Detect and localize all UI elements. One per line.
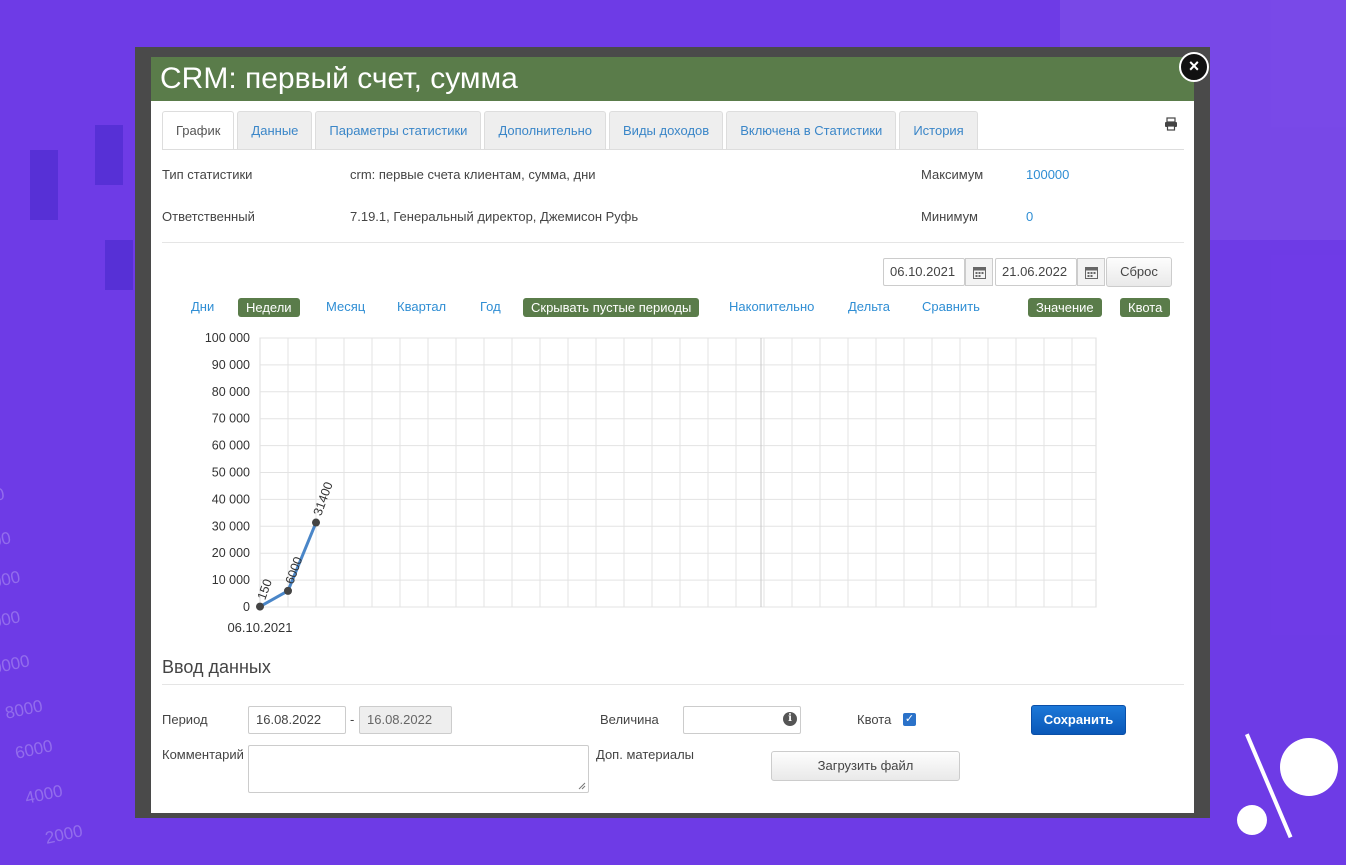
reset-button[interactable]: Сброс <box>1106 257 1172 287</box>
save-button[interactable]: Сохранить <box>1031 705 1126 735</box>
data-point <box>284 586 292 595</box>
stat-type-value: crm: первые счета клиентам, сумма, дни <box>350 167 596 182</box>
max-label: Максимум <box>921 167 984 182</box>
resize-handle-icon <box>578 782 586 790</box>
y-tick-label: 10 000 <box>212 573 250 587</box>
quota-label: Квота <box>857 712 892 727</box>
period-from-input[interactable]: 16.08.2022 <box>248 706 346 734</box>
data-point <box>312 518 320 527</box>
period-weeks[interactable]: Недели <box>238 298 300 317</box>
tab-income-types[interactable]: Виды доходов <box>609 111 724 149</box>
comment-textarea[interactable] <box>248 745 589 793</box>
y-tick-label: 90 000 <box>212 358 250 372</box>
y-tick-label: 20 000 <box>212 546 250 560</box>
period-to-input: 16.08.2022 <box>359 706 452 734</box>
logo-circle-large <box>1280 738 1338 796</box>
tabs-divider <box>162 149 1184 150</box>
x-tick-label: 06.10.2021 <box>227 620 292 635</box>
responsible-label: Ответственный <box>162 209 255 224</box>
comment-label: Комментарий <box>162 747 244 762</box>
y-tick-label: 30 000 <box>212 519 250 533</box>
background-bar <box>30 150 58 220</box>
data-point <box>256 602 264 611</box>
close-icon[interactable]: × <box>1179 52 1209 82</box>
materials-label: Доп. материалы <box>596 747 695 762</box>
period-dash: - <box>350 712 355 727</box>
modal-title-bar: CRM: первый счет, сумма <box>151 57 1194 101</box>
tab-graph[interactable]: График <box>162 111 235 149</box>
value-toggle[interactable]: Значение <box>1028 298 1102 317</box>
calendar-from-button[interactable] <box>965 258 993 286</box>
logo-circle-small <box>1237 805 1267 835</box>
calendar-icon <box>972 266 986 279</box>
y-tick-label: 50 000 <box>212 466 250 480</box>
y-tick-label: 100 000 <box>205 331 250 345</box>
y-tick-label: 80 000 <box>212 385 250 399</box>
period-label: Период <box>162 712 208 727</box>
tab-bar: График Данные Параметры статистики Допол… <box>162 111 978 149</box>
info-divider <box>162 242 1184 243</box>
tab-history[interactable]: История <box>899 111 978 149</box>
print-icon[interactable] <box>1164 117 1178 131</box>
tab-statistics-params[interactable]: Параметры статистики <box>315 111 482 149</box>
info-icon[interactable]: i <box>783 712 797 726</box>
statistics-modal: CRM: первый счет, сумма График Данные Па… <box>151 57 1194 813</box>
cumulative-toggle[interactable]: Накопительно <box>729 299 814 314</box>
y-tick-label: 70 000 <box>212 412 250 426</box>
period-quarter[interactable]: Квартал <box>397 299 446 314</box>
stat-type-label: Тип статистики <box>162 167 253 182</box>
range-from-input[interactable]: 06.10.2021 <box>883 258 965 286</box>
calendar-icon <box>1084 266 1098 279</box>
tab-additional[interactable]: Дополнительно <box>484 111 607 149</box>
tab-data[interactable]: Данные <box>237 111 313 149</box>
background-bar <box>105 240 133 290</box>
data-entry-title: Ввод данных <box>162 657 271 677</box>
tab-included-in-statistics[interactable]: Включена в Статистики <box>726 111 897 149</box>
y-tick-label: 60 000 <box>212 439 250 453</box>
delta-toggle[interactable]: Дельта <box>848 299 890 314</box>
quota-toggle[interactable]: Квота <box>1120 298 1171 317</box>
hide-empty-periods-toggle[interactable]: Скрывать пустые периоды <box>523 298 700 317</box>
background-bar <box>95 125 123 185</box>
y-tick-label: 0 <box>243 600 250 614</box>
modal-title: CRM: первый счет, сумма <box>160 62 518 95</box>
max-value[interactable]: 100000 <box>1026 167 1069 182</box>
min-value[interactable]: 0 <box>1026 209 1033 224</box>
responsible-value: 7.19.1, Генеральный директор, Джемисон Р… <box>350 209 639 224</box>
entry-divider <box>162 684 1184 685</box>
period-month[interactable]: Месяц <box>326 299 365 314</box>
min-label: Минимум <box>921 209 978 224</box>
y-tick-label: 40 000 <box>212 492 250 506</box>
statistics-chart: 0 10 000 20 000 30 000 40 000 50 000 60 000 70 … <box>205 331 1097 635</box>
period-year[interactable]: Год <box>480 299 501 314</box>
value-label: Величина <box>600 712 659 727</box>
upload-file-button[interactable]: Загрузить файл <box>771 751 960 781</box>
quota-checkbox[interactable]: ✓ <box>903 713 916 726</box>
range-to-input[interactable]: 21.06.2022 <box>995 258 1077 286</box>
period-days[interactable]: Дни <box>191 299 214 314</box>
calendar-to-button[interactable] <box>1077 258 1105 286</box>
compare-toggle[interactable]: Сравнить <box>922 299 980 314</box>
